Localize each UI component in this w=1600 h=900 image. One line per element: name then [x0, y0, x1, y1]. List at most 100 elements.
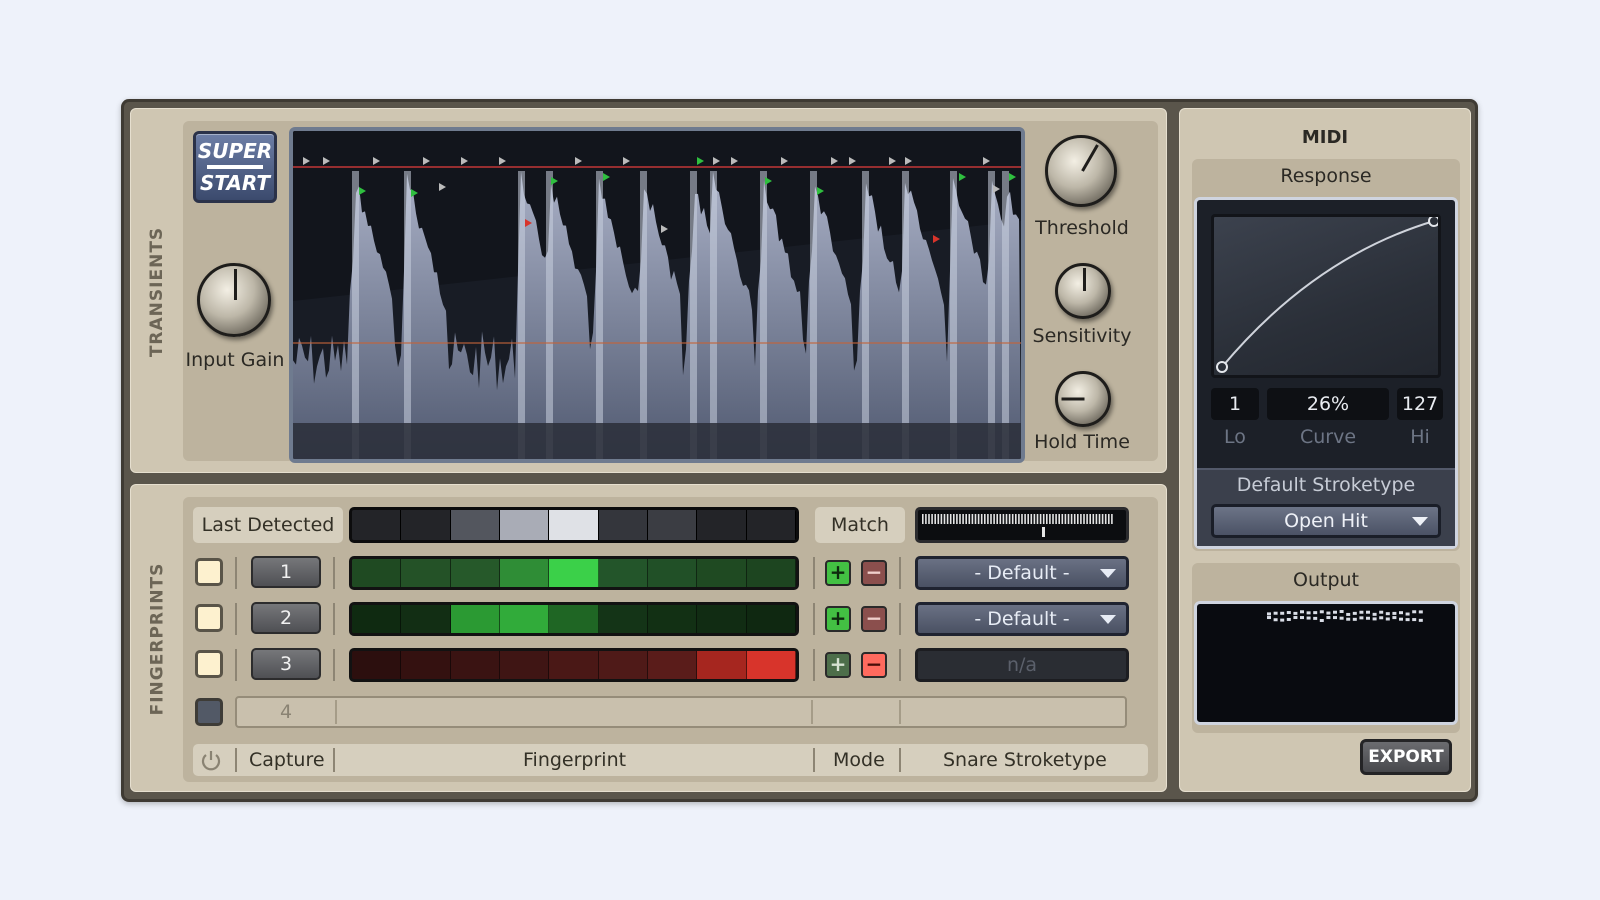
response-section: Response 1 26% 127 Lo Curve Hi Default S…: [1192, 159, 1460, 551]
divider: [899, 649, 901, 681]
match-tick: [1033, 514, 1036, 524]
match-tick: [1036, 514, 1039, 524]
remove-button-3[interactable]: −: [861, 652, 887, 678]
divider: [813, 603, 815, 635]
fingerprint-number-4: 4: [279, 701, 293, 723]
default-stroketype-dropdown[interactable]: Open Hit: [1211, 504, 1441, 538]
fingerprint-header: Last Detected Match: [193, 507, 1148, 547]
match-tick: [1064, 514, 1067, 524]
sensitivity-label: Sensitivity: [1032, 325, 1132, 347]
lo-value[interactable]: 1: [1211, 388, 1259, 420]
threshold-label: Threshold: [1035, 217, 1129, 239]
match-tick: [931, 514, 933, 524]
mode-dropdown-2[interactable]: - Default -: [915, 602, 1129, 636]
output-event: [1412, 618, 1417, 622]
chevron-down-icon: [1100, 615, 1116, 624]
input-gain-knob[interactable]: [197, 263, 271, 337]
curve-value[interactable]: 26%: [1267, 388, 1389, 420]
output-event: [1313, 611, 1318, 615]
match-tick: [1011, 514, 1014, 524]
fingerprint-number-3[interactable]: 3: [251, 648, 321, 680]
fingerprint-number-2[interactable]: 2: [251, 602, 321, 634]
match-tick: [1070, 514, 1073, 524]
response-curve-editor[interactable]: [1211, 214, 1441, 378]
fingerprint-row-3: 3 + − n/a: [193, 647, 1148, 683]
default-stroketype-label: Default Stroketype: [1236, 474, 1416, 496]
output-event: [1333, 610, 1337, 614]
match-tick: [925, 514, 927, 524]
output-event: [1392, 616, 1397, 620]
add-button-3[interactable]: +: [825, 652, 851, 678]
match-tick: [987, 514, 989, 524]
divider: [333, 557, 335, 589]
output-event: [1286, 617, 1291, 621]
divider: [899, 603, 901, 635]
add-button-2[interactable]: +: [825, 606, 851, 632]
output-event: [1313, 616, 1318, 620]
match-tick: [928, 514, 930, 524]
threshold-knob-indicator: [1081, 144, 1099, 172]
match-tick: [1101, 514, 1104, 524]
divider: [235, 748, 237, 772]
divider: [333, 649, 335, 681]
threshold-knob[interactable]: [1045, 135, 1117, 207]
match-tick: [996, 514, 998, 524]
divider: [811, 700, 813, 724]
capture-toggle-3[interactable]: [195, 650, 223, 678]
match-tick: [1024, 514, 1026, 524]
transient-spike: [518, 171, 525, 459]
output-event: [1385, 612, 1390, 616]
mode-dropdown-1[interactable]: - Default -: [915, 556, 1129, 590]
last-detected-display: [349, 507, 799, 543]
divider: [813, 649, 815, 681]
match-tick: [1111, 514, 1113, 524]
response-box: 1 26% 127 Lo Curve Hi Default Stroketype…: [1194, 197, 1458, 549]
hold-time-knob[interactable]: [1055, 371, 1111, 427]
output-event: [1399, 611, 1403, 615]
match-tick: [937, 514, 940, 524]
sensitivity-knob-indicator: [1083, 268, 1086, 291]
capture-toggle-2[interactable]: [195, 604, 223, 632]
mode-dropdown-1-value: - Default -: [974, 562, 1070, 584]
match-tick: [1098, 514, 1101, 524]
output-event: [1359, 616, 1364, 620]
fingerprint-number-1[interactable]: 1: [251, 556, 321, 588]
output-event: [1352, 617, 1357, 621]
add-button-1[interactable]: +: [825, 560, 851, 586]
power-icon[interactable]: [199, 744, 223, 786]
hi-value[interactable]: 127: [1397, 388, 1443, 420]
capture-toggle-4[interactable]: [195, 698, 223, 726]
output-event: [1267, 616, 1271, 620]
output-event: [1339, 610, 1344, 614]
export-button[interactable]: EXPORT: [1360, 739, 1452, 775]
match-tick: [1061, 514, 1064, 524]
match-tick: [1002, 514, 1005, 524]
match-tick: [1021, 514, 1023, 524]
output-section: Output: [1192, 563, 1460, 733]
output-event: [1267, 612, 1271, 616]
divider: [899, 557, 901, 589]
divider: [899, 748, 901, 772]
transients-panel: TRANSIENTS SUPER START Input Gain Thresh…: [130, 108, 1167, 473]
transient-spike: [810, 171, 817, 459]
match-tick: [953, 514, 955, 524]
waveform-display[interactable]: [289, 127, 1025, 463]
output-event: [1306, 616, 1311, 620]
mode-dropdown-3[interactable]: n/a: [915, 648, 1129, 682]
remove-button-2[interactable]: −: [861, 606, 887, 632]
curve-label: Curve: [1299, 426, 1357, 448]
output-event: [1280, 618, 1285, 622]
match-tick: [1108, 514, 1110, 524]
output-event: [1293, 616, 1298, 620]
super-start-line2: START: [199, 171, 271, 195]
match-tick: [993, 514, 995, 524]
last-detected-label: Last Detected: [193, 507, 343, 543]
mode-dropdown-3-value: n/a: [1006, 654, 1038, 676]
remove-button-1[interactable]: −: [861, 560, 887, 586]
default-stroketype-section: Default Stroketype Open Hit: [1197, 468, 1455, 546]
match-tick: [956, 514, 958, 524]
super-start-button[interactable]: SUPER START: [193, 131, 277, 203]
match-tick: [1030, 514, 1033, 524]
sensitivity-knob[interactable]: [1055, 263, 1111, 319]
capture-toggle-1[interactable]: [195, 558, 223, 586]
